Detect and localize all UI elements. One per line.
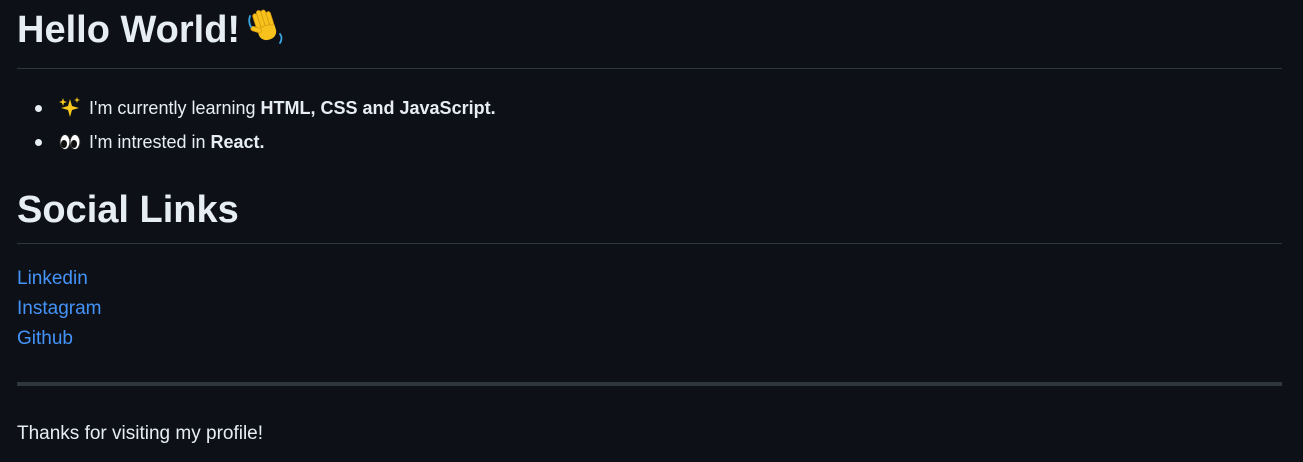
learning-text: I'm currently learning [89, 97, 261, 118]
instagram-link[interactable]: Instagram [17, 294, 1282, 324]
thanks-message: Thanks for visiting my profile! [17, 423, 264, 444]
interest-text: I'm intrested in [89, 131, 211, 152]
linkedin-link[interactable]: Linkedin [17, 264, 1282, 294]
list-item: I'm currently learning HTML, CSS and Jav… [17, 91, 1282, 125]
section-divider [17, 382, 1282, 386]
interest-tech-text: React. [210, 131, 265, 152]
page-title-text: Hello World! [17, 9, 241, 51]
waving-hand-icon [246, 6, 286, 59]
social-links-list: Linkedin Instagram Github [17, 264, 1282, 354]
page-title: Hello World! [17, 0, 1282, 69]
intro-list: I'm currently learning HTML, CSS and Jav… [17, 91, 1282, 159]
learning-tech-text: HTML, CSS and JavaScript. [260, 97, 496, 118]
sparkles-icon [59, 94, 81, 117]
eyes-icon [59, 128, 81, 150]
github-link[interactable]: Github [17, 324, 1282, 354]
list-item: I'm intrested in React. [17, 125, 1282, 159]
social-links-heading: Social Links [17, 187, 1282, 244]
readme-content: Hello World! I'm currently learning HTML… [17, 0, 1282, 446]
